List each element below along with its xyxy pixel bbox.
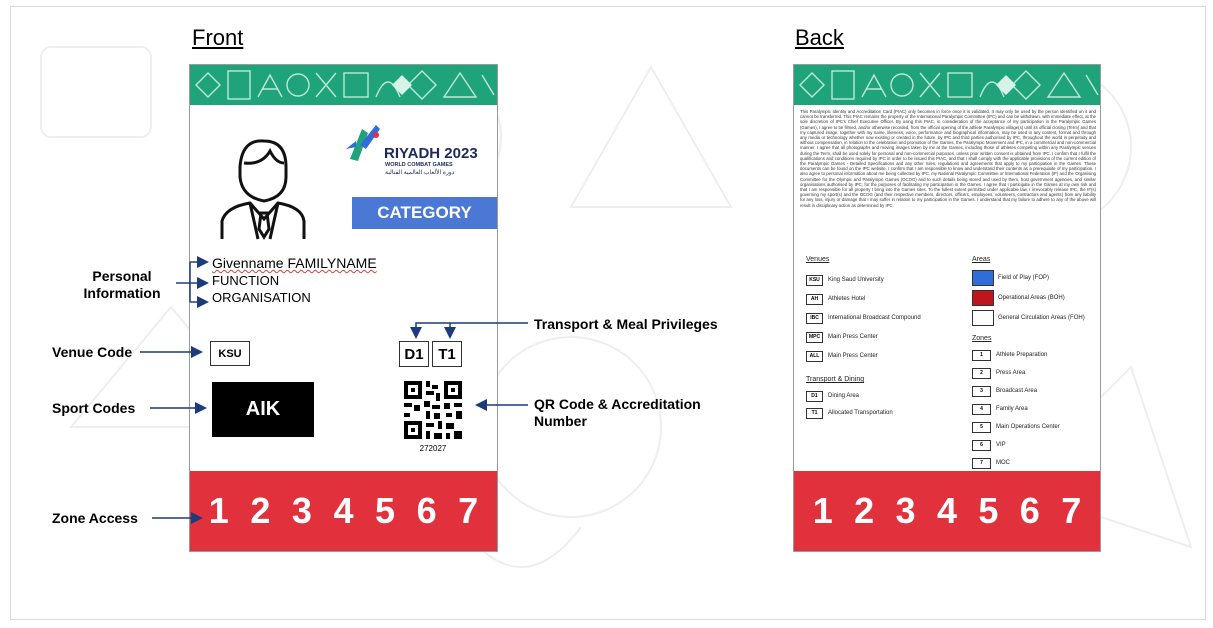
zone-row: 1 Athlete Preparation	[972, 348, 1100, 362]
zone-row: 2 Press Area	[972, 366, 1100, 380]
legal-text: This Paralympic Identity and Accreditati…	[800, 109, 1096, 208]
transport-row-label: Allocated Transportation	[828, 410, 893, 416]
zone-row: 3 Broadcast Area	[972, 384, 1100, 398]
venue-row-code: IBC	[806, 312, 823, 324]
zone-row-code: 3	[972, 385, 991, 397]
back-zone-6: 6	[1019, 490, 1040, 531]
zone-row-label: VIP	[996, 442, 1006, 448]
back-zone-1: 1	[812, 490, 833, 531]
transport-row: T1 Allocated Transportation	[806, 406, 946, 420]
venue-row-label: Athletes Hotel	[828, 296, 866, 302]
area-row: Field of Play (FOP)	[972, 269, 1100, 286]
transport-list: D1 Dining Area T1 Allocated Transportati…	[806, 389, 946, 420]
zone-row: 7 MOC	[972, 456, 1100, 470]
venue-row-label: International Broadcast Compound	[828, 315, 921, 321]
area-fop-swatch	[972, 269, 994, 286]
zone-row-code: 6	[972, 439, 991, 451]
area-row-label: General Circulation Areas (FOH)	[998, 314, 1085, 321]
zone-row: 5 Main Operations Center	[972, 420, 1100, 434]
transport-row-label: Dining Area	[828, 393, 860, 399]
area-row: Operational Areas (BOH)	[972, 289, 1100, 306]
zone-row-label: Main Operations Center	[996, 424, 1060, 430]
area-row-label: Operational Areas (BOH)	[998, 294, 1065, 301]
zone-row: 6 VIP	[972, 438, 1100, 452]
zone-row-label: Athlete Preparation	[996, 352, 1048, 358]
zones-heading: Zones	[972, 335, 992, 342]
venues-list: KSU King Saud University AH Athletes Hot…	[806, 272, 966, 364]
zone-row-code: 5	[972, 421, 991, 433]
back-zone-5: 5	[978, 490, 999, 531]
zone-row: 4 Family Area	[972, 402, 1100, 416]
zone-row-code: 7	[972, 457, 991, 469]
zone-row-label: Press Area	[996, 370, 1026, 376]
venue-row: AH Athletes Hotel	[806, 291, 966, 307]
zones-list: 1 Athlete Preparation 2 Press Area 3 Bro…	[972, 348, 1100, 470]
venue-row-code: MPC	[806, 331, 823, 343]
venue-row: KSU King Saud University	[806, 272, 966, 288]
zone-row-label: Family Area	[996, 406, 1028, 412]
zone-row-code: 4	[972, 403, 991, 415]
back-zone-bar: 1 2 3 4 5 6 7	[794, 471, 1100, 551]
area-foh-swatch	[972, 309, 994, 326]
areas-heading: Areas	[972, 256, 991, 263]
transport-row-code: T1	[806, 407, 823, 419]
back-zone-3: 3	[895, 490, 916, 531]
back-zone-4: 4	[936, 490, 957, 531]
venues-heading: Venues	[806, 256, 830, 263]
area-row: General Circulation Areas (FOH)	[972, 309, 1100, 326]
venue-row-label: Main Press Center	[828, 353, 878, 359]
venue-row: ALL Main Press Center	[806, 348, 966, 364]
zone-row-code: 1	[972, 349, 991, 361]
transport-row: D1 Dining Area	[806, 389, 946, 403]
transport-row-code: D1	[806, 390, 823, 402]
back-banner	[794, 65, 1100, 105]
back-card: This Paralympic Identity and Accreditati…	[793, 64, 1101, 552]
venue-row: MPC Main Press Center	[806, 329, 966, 345]
venue-row-code: ALL	[806, 350, 823, 362]
areas-list: Field of Play (FOP) Operational Areas (B…	[972, 269, 1100, 326]
venue-row: IBC International Broadcast Compound	[806, 310, 966, 326]
venue-row-code: AH	[806, 293, 823, 305]
zone-row-label: Broadcast Area	[996, 388, 1038, 394]
back-zone-2: 2	[854, 490, 875, 531]
venue-row-label: King Saud University	[828, 277, 884, 283]
venue-row-code: KSU	[806, 274, 823, 286]
back-heading: Back	[795, 25, 844, 50]
venue-row-label: Main Press Center	[828, 334, 878, 340]
area-boh-swatch	[972, 289, 994, 306]
transport-heading: Transport & Dining	[806, 376, 865, 383]
banner-pattern-icon	[799, 70, 1099, 100]
zone-row-label: MOC	[996, 460, 1010, 466]
area-row-label: Field of Play (FOP)	[998, 274, 1050, 281]
back-zone-7: 7	[1061, 490, 1082, 531]
zone-row-code: 2	[972, 367, 991, 379]
